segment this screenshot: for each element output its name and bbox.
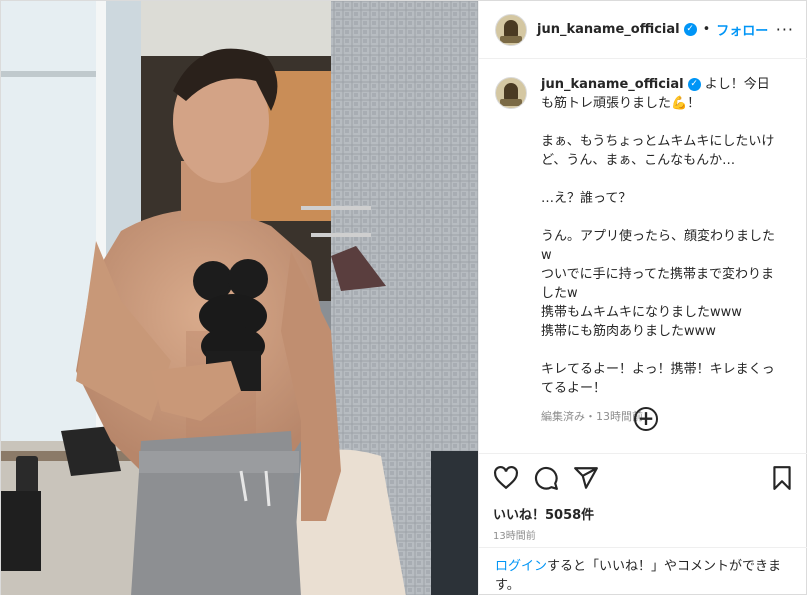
avatar[interactable] bbox=[495, 13, 527, 46]
follow-button[interactable]: フォロー bbox=[716, 20, 768, 39]
caption-verified-badge-icon: ✓ bbox=[687, 78, 701, 91]
post-header: jun_kaname_official ✓ • フォロー ··· bbox=[479, 1, 807, 59]
login-prompt: ログインすると「いいね！」やコメントができます。 bbox=[479, 547, 807, 595]
post-time[interactable]: 13時間前 bbox=[493, 527, 795, 542]
caption-meta: 編集済み・13時間前 bbox=[541, 410, 643, 423]
caption-avatar[interactable] bbox=[495, 77, 527, 109]
caption-content: よし！今日も筋トレ頑張りました💪！ まぁ、もうちょっとムキムキにしたいけど、うん… bbox=[541, 77, 776, 396]
bookmark-icon[interactable] bbox=[769, 465, 795, 491]
caption-body: jun_kaname_official ✓ よし！今日も筋トレ頑張りました💪！ ま… bbox=[541, 75, 781, 447]
verified-badge-icon: ✓ bbox=[683, 23, 697, 36]
share-icon[interactable] bbox=[573, 465, 599, 491]
header-username[interactable]: jun_kaname_official bbox=[537, 22, 680, 37]
separator-dot: • bbox=[702, 22, 711, 37]
add-comment-icon[interactable]: + bbox=[634, 407, 658, 431]
instagram-post: jun_kaname_official ✓ • フォロー ··· jun_kan… bbox=[0, 0, 807, 595]
post-actions: いいね！5058件 13時間前 bbox=[479, 453, 807, 542]
comment-icon[interactable] bbox=[533, 465, 559, 491]
action-icons bbox=[493, 460, 795, 496]
post-side-panel: jun_kaname_official ✓ • フォロー ··· jun_kan… bbox=[478, 1, 807, 595]
post-photo[interactable] bbox=[1, 1, 478, 595]
more-options-icon[interactable]: ··· bbox=[776, 20, 794, 39]
heart-icon[interactable] bbox=[493, 465, 519, 491]
login-link[interactable]: ログイン bbox=[495, 559, 547, 574]
caption-text: jun_kaname_official ✓ よし！今日も筋トレ頑張りました💪！ ま… bbox=[541, 75, 781, 398]
caption-username[interactable]: jun_kaname_official bbox=[541, 77, 684, 92]
caption: jun_kaname_official ✓ よし！今日も筋トレ頑張りました💪！ ま… bbox=[479, 59, 807, 447]
likes-count[interactable]: いいね！5058件 bbox=[493, 504, 795, 523]
